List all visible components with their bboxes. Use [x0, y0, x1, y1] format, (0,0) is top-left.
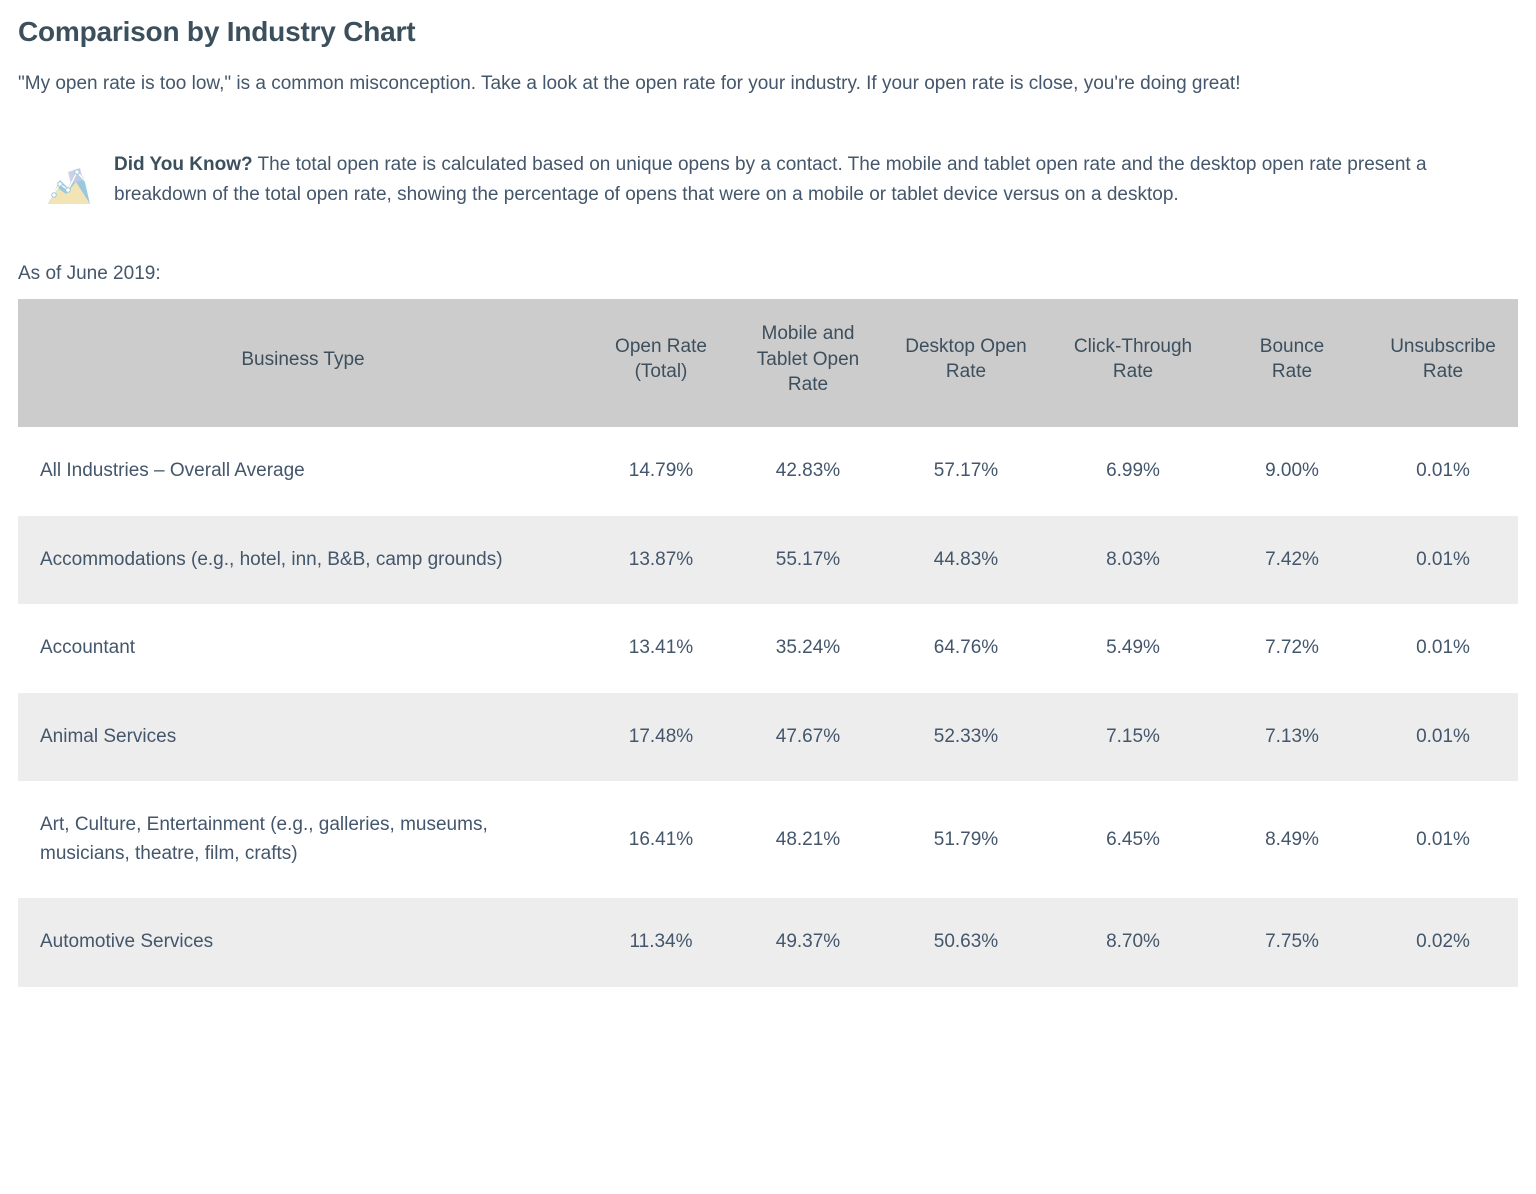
cell-desktop-open-rate: 57.17% — [882, 427, 1050, 516]
header-label-line2: (Total) — [634, 361, 688, 383]
header-label-line1: Mobile and — [761, 323, 855, 345]
header-label-line1: Open Rate — [615, 335, 707, 357]
callout-lead: Did You Know? — [114, 153, 253, 175]
header-label-line1: Bounce — [1259, 335, 1325, 357]
table-row: Accountant 13.41% 35.24% 64.76% 5.49% 7.72% 0.… — [18, 604, 1518, 693]
column-header-desktop-open-rate: Desktop Open Rate — [882, 299, 1050, 428]
page-title: Comparison by Industry Chart — [18, 16, 416, 47]
cell-open-rate-total: 13.41% — [588, 604, 734, 693]
cell-business-type: Automotive Services — [18, 898, 588, 987]
cell-desktop-open-rate: 64.76% — [882, 604, 1050, 693]
column-header-mobile-tablet-open-rate: Mobile and Tablet Open Rate — [734, 299, 882, 428]
as-of-label: As of June 2019: — [18, 263, 161, 285]
cell-open-rate-total: 11.34% — [588, 898, 734, 987]
column-header-business-type: Business Type — [18, 299, 588, 428]
cell-bounce-rate: 7.13% — [1216, 692, 1368, 782]
table-row: Art, Culture, Entertainment (e.g., galle… — [18, 781, 1518, 899]
column-header-open-rate-total: Open Rate (Total) — [588, 299, 734, 428]
intro-paragraph: "My open rate is too low," is a common m… — [18, 73, 1241, 94]
cell-unsubscribe-rate: 0.01% — [1368, 427, 1518, 516]
cell-bounce-rate: 8.49% — [1216, 781, 1368, 899]
table-row: Automotive Services 11.34% 49.37% 50.63% 8.7… — [18, 898, 1518, 987]
industry-chart-page: Comparison by Industry Chart "My open ra… — [0, 14, 1536, 987]
cell-open-rate-total: 13.87% — [588, 515, 734, 605]
callout-body: The total open rate is calculated based … — [114, 153, 1427, 206]
cell-mobile-tablet-open-rate: 47.67% — [734, 692, 882, 782]
cell-open-rate-total: 17.48% — [588, 692, 734, 782]
cell-mobile-tablet-open-rate: 49.37% — [734, 898, 882, 987]
column-header-unsubscribe-rate: Unsubscribe Rate — [1368, 299, 1518, 428]
column-header-bounce-rate: Bounce Rate — [1216, 299, 1368, 428]
cell-desktop-open-rate: 52.33% — [882, 692, 1050, 782]
cell-bounce-rate: 9.00% — [1216, 427, 1368, 516]
cell-business-type: All Industries – Overall Average — [18, 427, 588, 516]
header-label-line3: Rate — [787, 374, 829, 396]
did-you-know-callout: Did You Know? The total open rate is cal… — [18, 150, 1518, 212]
header-label-line1: Desktop Open — [905, 335, 1027, 357]
header-label-line2: Rate — [1112, 361, 1154, 383]
cell-click-through-rate: 8.70% — [1050, 898, 1216, 987]
header-label-line2: Rate — [1422, 361, 1464, 383]
header-label-line1: Click-Through — [1073, 335, 1193, 357]
table-body: All Industries – Overall Average 14.79% 42… — [18, 427, 1518, 987]
header-label: Business Type — [241, 348, 365, 370]
cell-mobile-tablet-open-rate: 48.21% — [734, 781, 882, 899]
cell-click-through-rate: 5.49% — [1050, 604, 1216, 693]
table-header: Business Type Open Rate (Total) Mobile a… — [18, 299, 1518, 428]
cell-unsubscribe-rate: 0.01% — [1368, 515, 1518, 605]
cell-business-type: Animal Services — [18, 692, 588, 782]
cell-bounce-rate: 7.72% — [1216, 604, 1368, 693]
header-label-line2: Rate — [945, 361, 987, 383]
cell-unsubscribe-rate: 0.01% — [1368, 692, 1518, 782]
callout-text: Did You Know? The total open rate is cal… — [114, 150, 1518, 212]
cell-unsubscribe-rate: 0.01% — [1368, 604, 1518, 693]
cell-desktop-open-rate: 44.83% — [882, 515, 1050, 605]
cell-click-through-rate: 7.15% — [1050, 692, 1216, 782]
cell-mobile-tablet-open-rate: 35.24% — [734, 604, 882, 693]
industry-comparison-table: Business Type Open Rate (Total) Mobile a… — [18, 299, 1518, 987]
cell-desktop-open-rate: 51.79% — [882, 781, 1050, 899]
cell-unsubscribe-rate: 0.01% — [1368, 781, 1518, 899]
cell-click-through-rate: 6.99% — [1050, 427, 1216, 516]
cell-click-through-rate: 6.45% — [1050, 781, 1216, 899]
table-row: All Industries – Overall Average 14.79% 42… — [18, 427, 1518, 516]
table-row: Accommodations (e.g., hotel, inn, B&B, c… — [18, 515, 1518, 605]
header-label-line1: Unsubscribe — [1390, 335, 1496, 357]
table-header-row: Business Type Open Rate (Total) Mobile a… — [18, 299, 1518, 428]
cell-business-type: Accountant — [18, 604, 588, 693]
cell-open-rate-total: 14.79% — [588, 427, 734, 516]
cell-mobile-tablet-open-rate: 55.17% — [734, 515, 882, 605]
cell-business-type: Accommodations (e.g., hotel, inn, B&B, c… — [18, 515, 588, 605]
table-row: Animal Services 17.48% 47.67% 52.33% 7.15% 7.… — [18, 692, 1518, 782]
header-label-line2: Rate — [1271, 361, 1313, 383]
cell-open-rate-total: 16.41% — [588, 781, 734, 899]
cell-business-type: Art, Culture, Entertainment (e.g., galle… — [18, 781, 588, 899]
column-header-click-through-rate: Click-Through Rate — [1050, 299, 1216, 428]
area-chart-icon — [46, 158, 92, 206]
cell-bounce-rate: 7.42% — [1216, 515, 1368, 605]
header-label-line2: Tablet Open — [756, 348, 860, 370]
cell-desktop-open-rate: 50.63% — [882, 898, 1050, 987]
cell-mobile-tablet-open-rate: 42.83% — [734, 427, 882, 516]
cell-click-through-rate: 8.03% — [1050, 515, 1216, 605]
cell-bounce-rate: 7.75% — [1216, 898, 1368, 987]
cell-unsubscribe-rate: 0.02% — [1368, 898, 1518, 987]
